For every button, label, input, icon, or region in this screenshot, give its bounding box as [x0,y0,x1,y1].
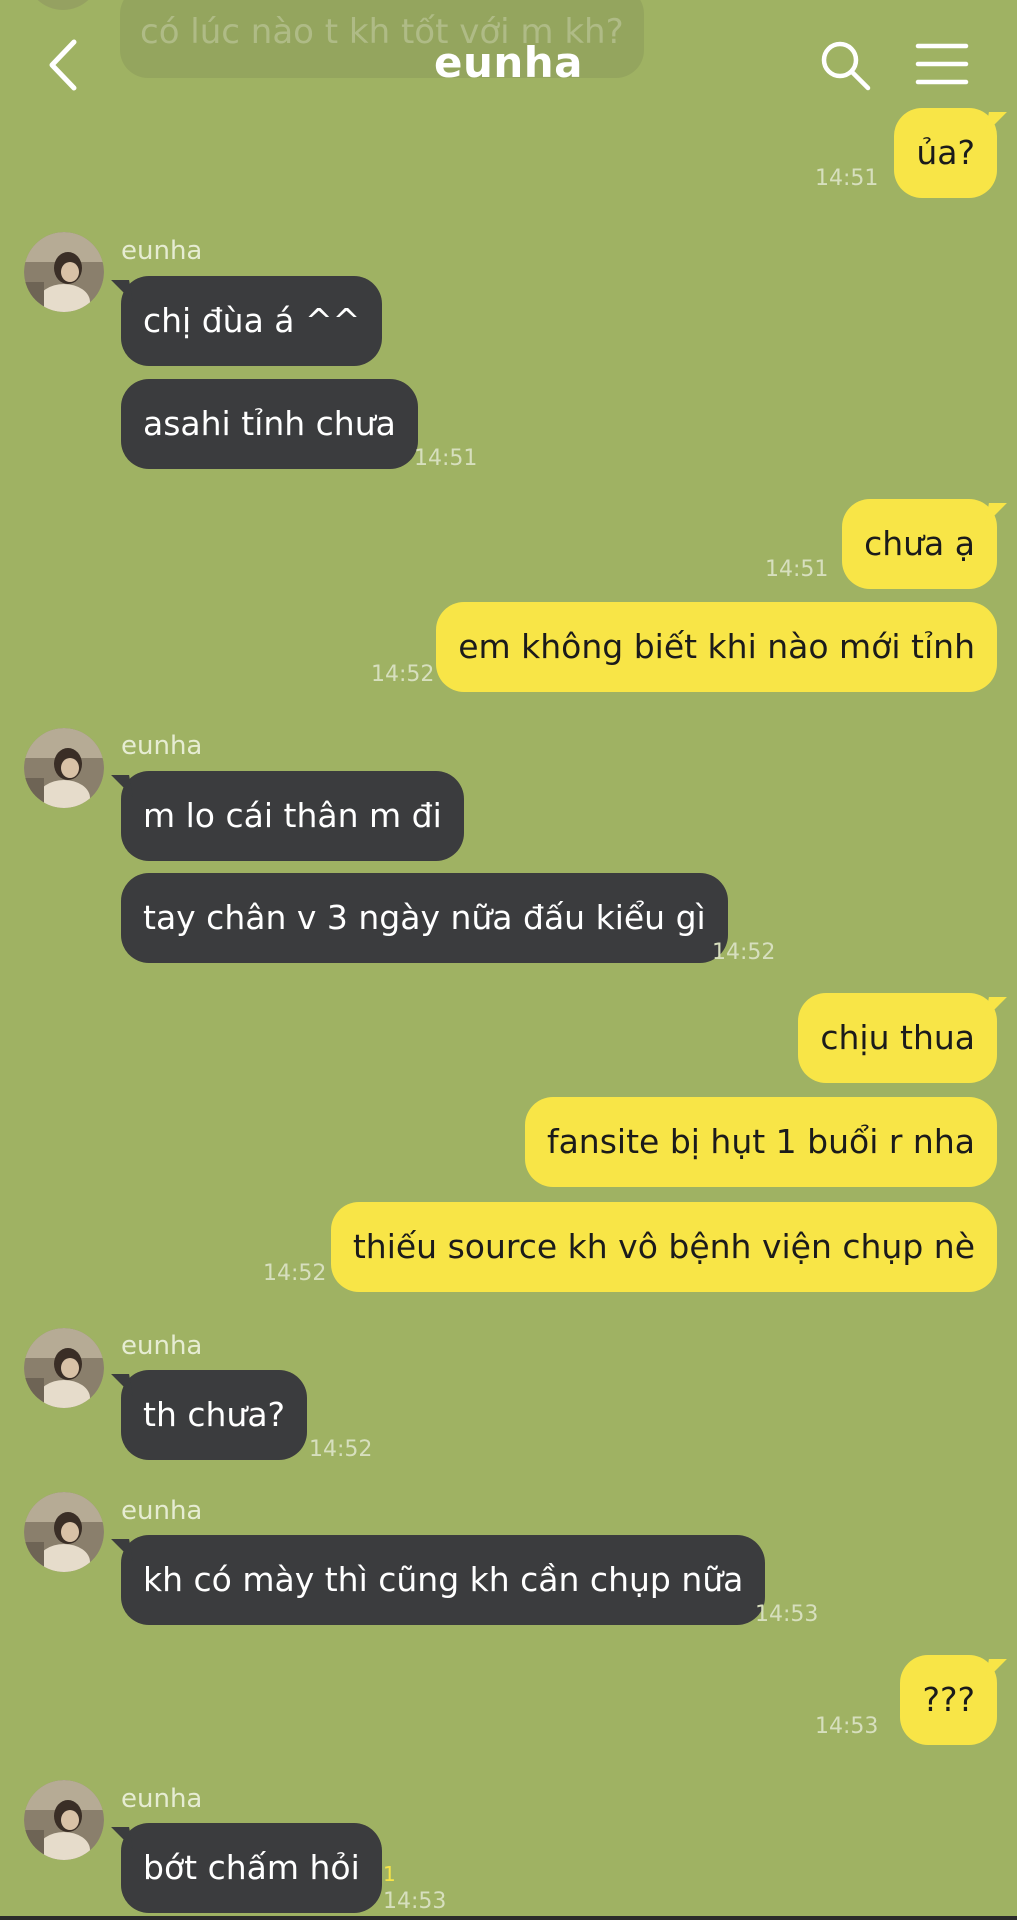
message-bubble[interactable]: chị đùa á ^^ [121,276,383,366]
message-bubble[interactable]: chưa ạ [842,499,997,589]
message-time: 14:52 [712,940,776,965]
message-bubble[interactable]: ??? [900,1655,997,1745]
chat-screen: có lúc nào t kh tốt với m kh? eunha ủa? … [0,0,1017,1920]
avatar-photo-icon[interactable] [24,1780,104,1860]
message-bubble[interactable]: th chưa? [121,1370,308,1460]
message-time: 14:53 [815,1714,879,1739]
message-time: 14:52 [371,662,435,687]
sender-name: eunha [121,1331,203,1361]
message-bubble[interactable]: thiếu source kh vô bệnh viện chụp nè [330,1202,997,1292]
message-bubble[interactable]: m lo cái thân m đi [121,771,464,861]
incoming-message[interactable]: kh có mày thì cũng kh cần chụp nữa [121,1535,766,1625]
outgoing-message[interactable]: ủa? [894,108,997,198]
message-time: 14:53 [383,1889,447,1914]
message-time: 14:52 [309,1437,373,1462]
sender-name: eunha [121,731,203,761]
chat-header: eunha [0,0,1017,125]
avatar-photo-icon[interactable] [24,232,104,312]
hamburger-menu-icon[interactable] [912,40,972,90]
outgoing-message[interactable]: chịu thua [798,993,997,1083]
message-bubble[interactable]: fansite bị hụt 1 buổi r nha [524,1097,997,1187]
sender-name: eunha [121,1496,203,1526]
message-bubble[interactable]: bớt chấm hỏi [121,1823,382,1913]
message-time: 14:53 [755,1602,819,1627]
incoming-message[interactable]: tay chân v 3 ngày nữa đấu kiểu gì [121,873,728,963]
message-bubble[interactable]: asahi tỉnh chưa [121,379,418,469]
avatar-photo-icon[interactable] [24,728,104,808]
message-bubble[interactable]: ủa? [894,108,997,198]
message-time: 14:51 [765,557,829,582]
bottom-edge [0,1916,1017,1920]
message-bubble[interactable]: em không biết khi nào mới tỉnh [436,602,997,692]
outgoing-message[interactable]: fansite bị hụt 1 buổi r nha [524,1097,997,1187]
avatar-photo-icon[interactable] [24,1492,104,1572]
outgoing-message[interactable]: em không biết khi nào mới tỉnh [436,602,997,692]
incoming-message[interactable]: chị đùa á ^^ [121,276,383,366]
message-time: 14:51 [414,446,478,471]
sender-name: eunha [121,1784,203,1814]
incoming-message[interactable]: bớt chấm hỏi [121,1823,382,1913]
search-icon[interactable] [818,38,874,94]
message-bubble[interactable]: chịu thua [798,993,997,1083]
message-bubble[interactable]: tay chân v 3 ngày nữa đấu kiểu gì [121,873,728,963]
incoming-message[interactable]: asahi tỉnh chưa [121,379,418,469]
incoming-message[interactable]: th chưa? [121,1370,308,1460]
message-bubble[interactable]: kh có mày thì cũng kh cần chụp nữa [121,1535,766,1625]
unread-count-badge: 1 [383,1862,396,1886]
message-time: 14:52 [263,1261,327,1286]
outgoing-message[interactable]: chưa ạ [842,499,997,589]
message-time: 14:51 [815,166,879,191]
outgoing-message[interactable]: ??? [900,1655,997,1745]
avatar-photo-icon[interactable] [24,1328,104,1408]
sender-name: eunha [121,236,203,266]
incoming-message[interactable]: m lo cái thân m đi [121,771,464,861]
outgoing-message[interactable]: thiếu source kh vô bệnh viện chụp nè [330,1202,997,1292]
